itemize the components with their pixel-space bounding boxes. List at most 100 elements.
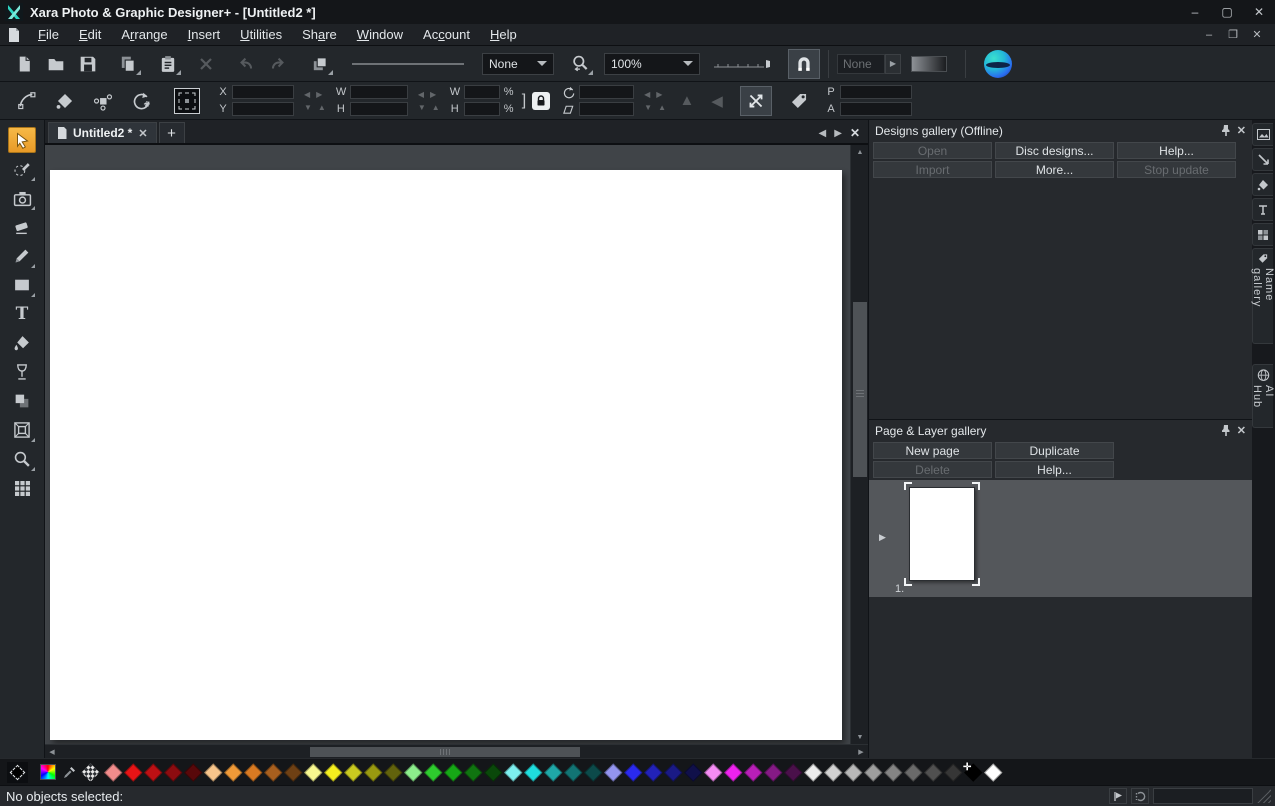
color-swatch[interactable] [105, 764, 121, 780]
scroll-right-button[interactable]: ▶ [854, 745, 868, 759]
color-swatch[interactable] [605, 764, 621, 780]
color-swatch[interactable]: ✛ [965, 764, 981, 780]
text-tool[interactable]: T [8, 301, 36, 327]
menu-share[interactable]: Share [292, 25, 347, 44]
flip-vertical-button[interactable]: ◀ [704, 92, 730, 110]
anchor-point-selector[interactable] [174, 88, 200, 114]
aspect-lock-button[interactable] [532, 92, 550, 110]
zoom-tool-button[interactable] [564, 50, 596, 78]
close-button[interactable]: ✕ [1243, 0, 1275, 24]
menu-window[interactable]: Window [347, 25, 413, 44]
horizontal-scroll-thumb[interactable] [310, 747, 580, 757]
photo-tool[interactable] [8, 185, 36, 211]
page-list-item[interactable]: ▶ 1. [869, 480, 1252, 597]
scale-height-input[interactable] [464, 102, 500, 116]
eyedropper-icon[interactable] [60, 763, 78, 781]
page-layer-gallery-header[interactable]: Page & Layer gallery ✕ [869, 420, 1252, 441]
color-swatch[interactable] [505, 764, 521, 780]
selection-gallery-tab[interactable] [1252, 148, 1273, 171]
live-effect-field[interactable]: None [837, 54, 885, 74]
color-swatch[interactable] [545, 764, 561, 780]
panel-close-icon[interactable]: ✕ [1237, 124, 1246, 137]
mdi-restore-button[interactable]: ❐ [1221, 26, 1245, 44]
position-steppers[interactable]: ◀▶ ▼▲ [304, 90, 326, 112]
menu-help[interactable]: Help [480, 25, 527, 44]
line-style-select[interactable]: None [482, 53, 554, 75]
menu-account[interactable]: Account [413, 25, 480, 44]
color-swatch[interactable] [325, 764, 341, 780]
width-input[interactable] [350, 85, 408, 99]
height-input[interactable] [350, 102, 408, 116]
color-swatch[interactable] [445, 764, 461, 780]
smooth-curve-button[interactable] [10, 86, 44, 116]
color-swatch[interactable] [425, 764, 441, 780]
color-swatch[interactable] [845, 764, 861, 780]
save-button[interactable] [72, 50, 104, 78]
color-swatch[interactable] [665, 764, 681, 780]
fill-gallery-tab[interactable] [1252, 173, 1273, 196]
color-swatch[interactable] [265, 764, 281, 780]
color-swatch[interactable] [285, 764, 301, 780]
paste-button[interactable] [152, 50, 184, 78]
menu-utilities[interactable]: Utilities [230, 25, 292, 44]
page-layer-help-button[interactable]: Help... [995, 461, 1114, 478]
color-swatch[interactable] [405, 764, 421, 780]
color-swatch[interactable] [905, 764, 921, 780]
color-swatch[interactable] [165, 764, 181, 780]
designs-help-button[interactable]: Help... [1117, 142, 1236, 159]
mdi-minimize-button[interactable]: – [1197, 26, 1221, 44]
page-thumbnail[interactable] [909, 487, 975, 581]
minimize-button[interactable]: – [1179, 0, 1211, 24]
color-swatch[interactable] [365, 764, 381, 780]
zoom-level-select[interactable]: 100% [604, 53, 700, 75]
color-swatch[interactable] [225, 764, 241, 780]
menu-edit[interactable]: Edit [69, 25, 111, 44]
zoom-tool[interactable] [8, 446, 36, 472]
color-swatch[interactable] [865, 764, 881, 780]
pin-icon[interactable] [1221, 125, 1231, 136]
panel-close-icon[interactable]: ✕ [1237, 424, 1246, 437]
angle-steppers[interactable]: ◀▶ ▼▲ [644, 90, 666, 112]
name-gallery-tab[interactable]: Name gallery [1252, 248, 1273, 344]
copy-button[interactable] [112, 50, 144, 78]
tab-scroll-right-button[interactable]: ▶ [834, 128, 842, 139]
freehand-tool[interactable] [8, 156, 36, 182]
color-swatch[interactable] [645, 764, 661, 780]
designs-gallery-tab[interactable] [1252, 123, 1273, 146]
import-button[interactable]: Import [873, 161, 992, 178]
feather-slider[interactable] [708, 50, 778, 78]
color-swatch[interactable] [565, 764, 581, 780]
color-swatch[interactable] [305, 764, 321, 780]
expand-page-icon[interactable]: ▶ [879, 532, 886, 543]
menu-insert[interactable]: Insert [178, 25, 231, 44]
duplicate-button[interactable]: Duplicate [995, 442, 1114, 459]
pen-tool[interactable] [8, 243, 36, 269]
object-handles-button[interactable] [86, 86, 120, 116]
transparency-tool[interactable] [8, 359, 36, 385]
rotation-angle-input[interactable] [579, 85, 634, 99]
color-gallery-tab[interactable] [1252, 223, 1273, 246]
color-swatch[interactable] [725, 764, 741, 780]
document-tab[interactable]: Untitled2 * ✕ [48, 122, 157, 143]
more-button[interactable]: More... [995, 161, 1114, 178]
scale-width-input[interactable] [464, 85, 500, 99]
fill-tool[interactable] [8, 330, 36, 356]
selector-tool[interactable] [8, 127, 36, 153]
page-canvas[interactable] [50, 170, 842, 740]
stop-update-button[interactable]: Stop update [1117, 161, 1236, 178]
live-drag-indicator-icon[interactable] [1109, 788, 1127, 804]
scroll-left-button[interactable]: ◀ [45, 745, 59, 759]
color-swatch[interactable] [345, 764, 361, 780]
maximize-button[interactable]: ▢ [1211, 0, 1243, 24]
mdi-close-button[interactable]: ✕ [1245, 26, 1269, 44]
ai-hub-tab[interactable]: AI Hub [1252, 364, 1273, 428]
fonts-gallery-tab[interactable] [1252, 198, 1273, 221]
color-swatch[interactable] [145, 764, 161, 780]
color-swatch[interactable] [945, 764, 961, 780]
horizontal-scrollbar[interactable]: ◀ ▶ [45, 744, 868, 758]
color-swatch[interactable] [525, 764, 541, 780]
gradient-preview-swatch[interactable] [911, 56, 947, 72]
tab-close-icon[interactable]: ✕ [138, 127, 147, 140]
color-swatch[interactable] [465, 764, 481, 780]
shadow-tool[interactable] [8, 388, 36, 414]
